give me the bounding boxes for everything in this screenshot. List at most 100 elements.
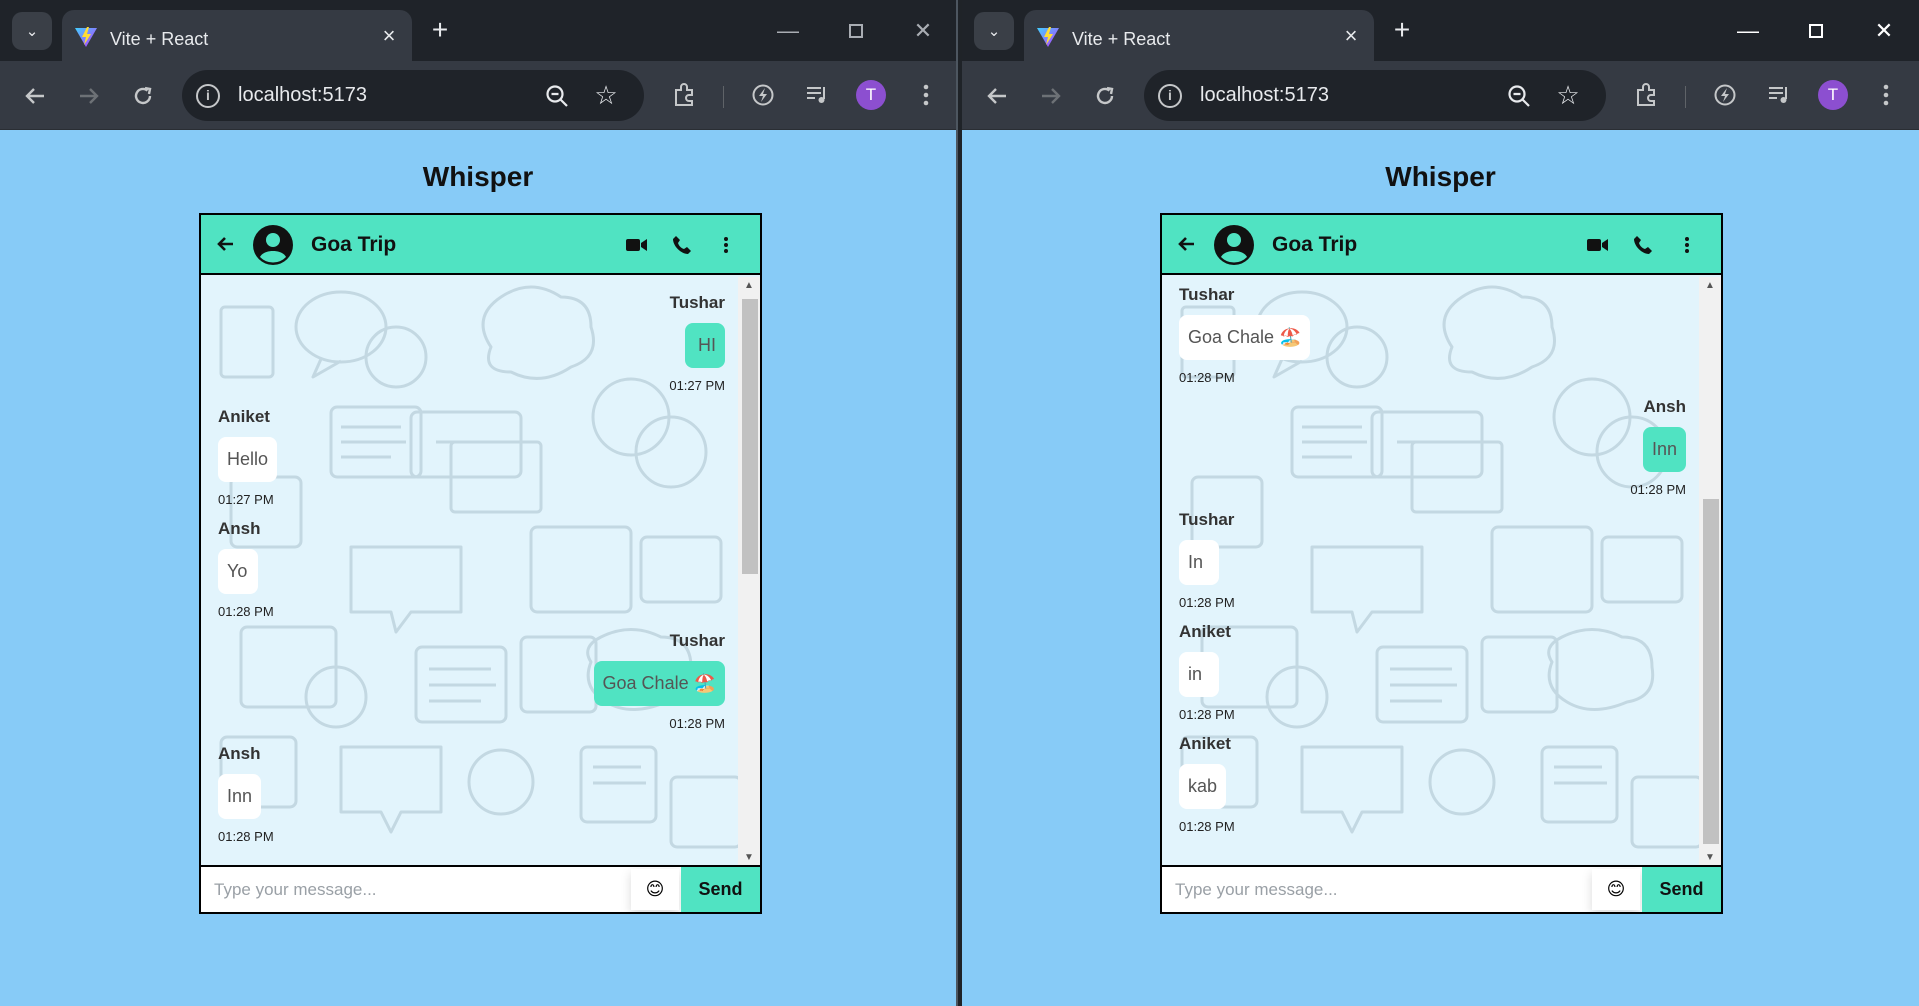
message-sender: Ansh (218, 519, 261, 538)
extensions-icon[interactable] (1628, 77, 1664, 113)
send-button[interactable]: Send (1642, 867, 1721, 912)
vite-logo-icon (75, 27, 97, 47)
message-bubble: In (1179, 540, 1219, 585)
url-text: localhost:5173 (238, 84, 367, 106)
send-button[interactable]: Send (681, 867, 760, 912)
toolbar-separator (723, 86, 724, 108)
scrollbar-thumb[interactable] (1703, 499, 1719, 844)
browser-tab[interactable]: Vite + React × (62, 10, 412, 61)
chat-header: Goa Trip (201, 215, 760, 275)
video-call-icon[interactable] (1586, 233, 1610, 257)
message-item: Aniket kab 01:28 PM (1179, 734, 1235, 834)
message-item: Aniket in 01:28 PM (1179, 622, 1235, 722)
message-item: Tushar In 01:28 PM (1179, 510, 1235, 610)
tab-close-icon[interactable]: × (376, 23, 402, 49)
message-sender: Aniket (218, 407, 270, 426)
message-item: Ansh Inn 01:28 PM (218, 744, 274, 844)
tab-close-icon[interactable]: × (1338, 23, 1364, 49)
extensions-icon[interactable] (666, 77, 702, 113)
message-scrollbar[interactable]: ▲ ▼ (1699, 277, 1721, 867)
message-item: Tushar HI 01:27 PM (669, 293, 725, 393)
reload-button[interactable] (125, 78, 161, 114)
back-arrow-icon[interactable] (215, 233, 237, 255)
close-window-button[interactable]: ✕ (903, 14, 943, 48)
new-tab-button[interactable]: + (1386, 14, 1418, 46)
performance-icon[interactable] (1707, 77, 1743, 113)
message-scrollbar[interactable]: ▲ ▼ (738, 277, 760, 867)
scroll-down-arrow-icon[interactable]: ▼ (744, 853, 754, 863)
scrollbar-thumb[interactable] (742, 299, 758, 574)
reload-icon (134, 86, 152, 105)
maximize-button[interactable] (836, 14, 876, 48)
browser-window-left: ⌄ Vite + React × + — ✕ i localhost:5173 … (0, 0, 958, 1006)
message-sender: Ansh (1643, 397, 1687, 416)
message-sender: Aniket (1179, 734, 1231, 753)
message-composer: 😊 Send (1162, 865, 1721, 912)
scroll-down-arrow-icon[interactable]: ▼ (1705, 853, 1715, 863)
more-options-icon[interactable] (1675, 233, 1699, 257)
zoom-icon[interactable] (1506, 83, 1532, 109)
scroll-up-arrow-icon[interactable]: ▲ (1705, 281, 1715, 291)
message-bubble: Goa Chale 🏖️ (593, 661, 725, 706)
new-tab-button[interactable]: + (424, 14, 456, 46)
profile-initial: T (856, 80, 886, 110)
message-bubble: Goa Chale 🏖️ (1179, 315, 1311, 360)
emoji-picker-button[interactable]: 😊 (1592, 869, 1640, 910)
zoom-icon[interactable] (544, 83, 570, 109)
arrow-right-icon (1042, 88, 1061, 104)
group-name: Goa Trip (1272, 233, 1358, 256)
app-title: Whisper (1385, 161, 1496, 192)
message-time: 01:27 PM (218, 492, 274, 507)
close-window-button[interactable]: ✕ (1864, 14, 1904, 48)
message-bubble: Yo (218, 549, 258, 594)
profile-avatar[interactable]: T (853, 77, 889, 113)
browser-menu-icon[interactable] (908, 77, 944, 113)
message-input[interactable] (201, 867, 621, 912)
tab-title: Vite + React (1072, 29, 1171, 49)
url-text: localhost:5173 (1200, 84, 1329, 106)
media-controls-icon[interactable] (799, 77, 835, 113)
reload-button[interactable] (1087, 78, 1123, 114)
back-button[interactable] (979, 78, 1015, 114)
message-list[interactable]: Tushar HI 01:27 PM Aniket Hello 01:27 PM… (201, 277, 760, 867)
address-bar[interactable]: i localhost:5173 ☆ (1144, 70, 1606, 121)
toolbar-separator (1685, 86, 1686, 108)
message-sender: Tushar (1179, 285, 1235, 304)
maximize-button[interactable] (1796, 14, 1836, 48)
site-info-icon[interactable]: i (1158, 84, 1182, 108)
forward-button[interactable] (1033, 78, 1069, 114)
browser-tab[interactable]: Vite + React × (1024, 10, 1374, 61)
more-options-icon[interactable] (714, 233, 738, 257)
site-info-icon[interactable]: i (196, 84, 220, 108)
tab-search-button[interactable]: ⌄ (12, 12, 52, 50)
message-list[interactable]: Tushar Goa Chale 🏖️ 01:28 PM Ansh Inn 01… (1162, 277, 1721, 867)
minimize-button[interactable]: — (1728, 14, 1768, 48)
message-bubble: in (1179, 652, 1219, 697)
profile-initial: T (1818, 80, 1848, 110)
address-bar[interactable]: i localhost:5173 ☆ (182, 70, 644, 121)
emoji-picker-button[interactable]: 😊 (631, 869, 679, 910)
bookmark-star-icon[interactable]: ☆ (592, 81, 620, 109)
browser-toolbar: i localhost:5173 ☆ T (0, 61, 956, 130)
tab-title: Vite + React (110, 29, 209, 49)
media-controls-icon[interactable] (1761, 77, 1797, 113)
video-call-icon[interactable] (625, 233, 649, 257)
back-button[interactable] (17, 78, 53, 114)
message-sender: Ansh (218, 744, 261, 763)
back-arrow-icon[interactable] (1176, 233, 1198, 255)
message-bubble: Inn (218, 774, 262, 819)
phone-icon[interactable] (1631, 233, 1655, 257)
profile-avatar[interactable]: T (1815, 77, 1851, 113)
browser-menu-icon[interactable] (1868, 77, 1904, 113)
forward-button[interactable] (71, 78, 107, 114)
message-time: 01:27 PM (669, 378, 725, 393)
message-time: 01:28 PM (1179, 595, 1235, 610)
bookmark-star-icon[interactable]: ☆ (1554, 81, 1582, 109)
tab-search-button[interactable]: ⌄ (974, 12, 1014, 50)
scroll-up-arrow-icon[interactable]: ▲ (744, 281, 754, 291)
minimize-button[interactable]: — (768, 14, 808, 48)
phone-icon[interactable] (670, 233, 694, 257)
message-item: Ansh Inn 01:28 PM (1630, 397, 1686, 497)
message-input[interactable] (1162, 867, 1582, 912)
performance-icon[interactable] (745, 77, 781, 113)
